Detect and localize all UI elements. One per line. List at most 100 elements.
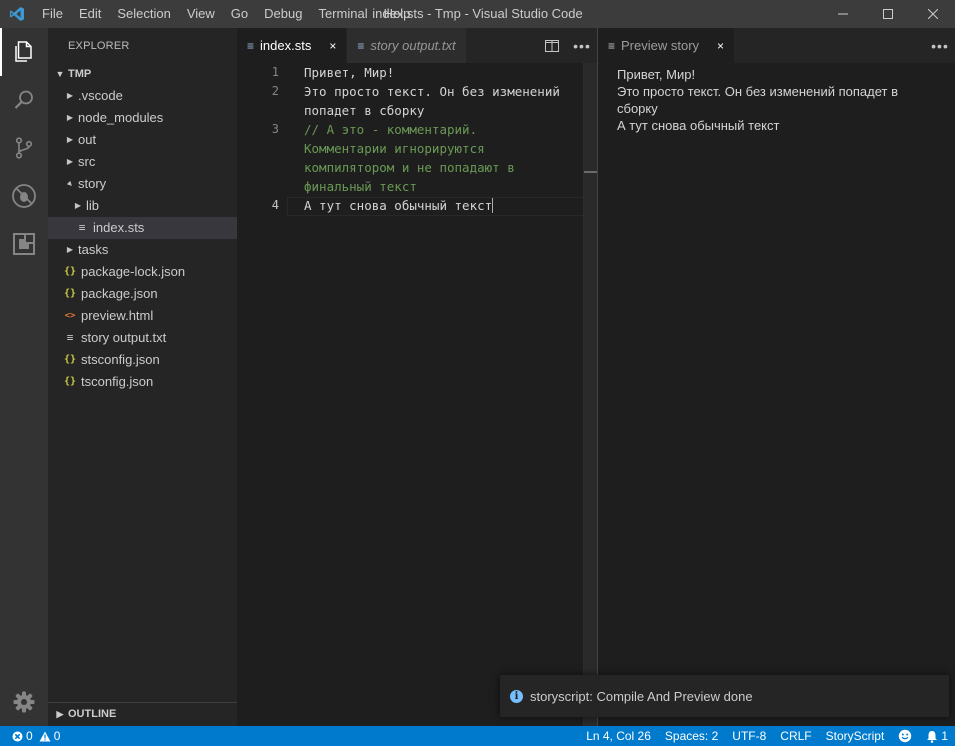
tree-file[interactable]: ≡ index.sts — [48, 217, 237, 239]
close-tab-icon[interactable]: × — [329, 39, 336, 53]
outline-section: ▶ OUTLINE — [48, 702, 237, 726]
indentation-status[interactable]: Spaces: 2 — [658, 726, 725, 746]
comment-line: финальный текст — [304, 177, 584, 196]
more-actions-button[interactable]: ••• — [567, 28, 597, 63]
menu-go[interactable]: Go — [223, 0, 256, 28]
activity-bar — [0, 28, 48, 726]
line-number — [237, 101, 287, 120]
preview-line: Это просто текст. Он без изменений попад… — [617, 84, 898, 116]
menu-edit[interactable]: Edit — [71, 0, 109, 28]
language-mode[interactable]: StoryScript — [819, 726, 892, 746]
activity-extensions[interactable] — [0, 220, 48, 268]
warning-icon — [39, 731, 51, 742]
minimize-button[interactable] — [820, 0, 865, 28]
search-icon — [14, 90, 33, 109]
explorer-icon — [15, 41, 32, 62]
editor-tabs-right: ≡ Preview story × ••• — [598, 28, 955, 63]
maximize-button[interactable] — [865, 0, 910, 28]
line-number: 2 — [271, 84, 279, 98]
encoding-status[interactable]: UTF-8 — [725, 726, 773, 746]
tab-preview-story[interactable]: ≡ Preview story × — [598, 28, 736, 63]
window-controls — [820, 0, 955, 28]
close-tab-icon[interactable]: × — [717, 39, 724, 53]
code-line: Это просто текст. Он без изменений — [304, 82, 584, 101]
tree-folder[interactable]: ▶ src — [48, 151, 237, 173]
code-text: попадет в сборку — [304, 103, 425, 118]
tree-folder[interactable]: ▶ tasks — [48, 239, 237, 261]
more-actions-button[interactable]: ••• — [925, 28, 955, 63]
tree-file[interactable]: {} package-lock.json — [48, 261, 237, 283]
menu-help[interactable]: Help — [376, 0, 419, 28]
menu-selection[interactable]: Selection — [109, 0, 178, 28]
chevron-right-icon: ▶ — [66, 135, 74, 144]
tab-story-output[interactable]: ≡ story output.txt — [347, 28, 467, 63]
tree-item-label: preview.html — [81, 308, 154, 323]
sidebar-title: EXPLORER — [68, 40, 130, 52]
activity-manage[interactable] — [0, 678, 48, 726]
close-window-button[interactable] — [910, 0, 955, 28]
chevron-right-icon: ▶ — [66, 91, 74, 100]
eol-status[interactable]: CRLF — [773, 726, 818, 746]
tree-folder[interactable]: ▶ node_modules — [48, 107, 237, 129]
html-file-icon: <> — [64, 311, 76, 321]
file-lines-icon: ≡ — [247, 38, 255, 53]
chevron-right-icon: ▶ — [74, 201, 82, 210]
tree-folder[interactable]: ▲ story — [48, 173, 237, 195]
file-tree: ▶ .vscode ▶ node_modules ▶ out ▶ src ▲ story ▶ lib ≡… — [48, 85, 237, 393]
tree-folder[interactable]: ▶ lib — [48, 195, 237, 217]
notification-toast[interactable]: i storyscript: Compile And Preview done — [500, 675, 949, 717]
tree-item-label: package-lock.json — [81, 264, 186, 279]
outline-header[interactable]: ▶ OUTLINE — [48, 703, 237, 725]
file-lines-icon: ≡ — [357, 38, 365, 53]
code-content[interactable]: Привет, Мир! Это просто текст. Он без изм… — [304, 63, 584, 215]
code-text: // А это - комментарий. — [304, 122, 478, 137]
activity-search[interactable] — [0, 76, 48, 124]
menu-debug[interactable]: Debug — [256, 0, 310, 28]
source-control-icon — [15, 137, 33, 159]
code-editor[interactable]: 1 2 3 4 Привет, Мир! Это просто текст. Он бе… — [237, 63, 598, 726]
feedback-button[interactable] — [891, 729, 919, 743]
menu-view[interactable]: View — [179, 0, 223, 28]
line-number: 3 — [271, 122, 279, 136]
minimize-icon — [837, 13, 848, 15]
tree-file[interactable]: {} package.json — [48, 283, 237, 305]
tree-file[interactable]: ≡ story output.txt — [48, 327, 237, 349]
menu-file[interactable]: File — [34, 0, 71, 28]
tree-folder[interactable]: ▶ out — [48, 129, 237, 151]
notifications-button[interactable]: 1 — [919, 726, 955, 746]
notification-count: 1 — [941, 729, 948, 743]
explorer-sidebar: EXPLORER ▼ TMP ▶ .vscode ▶ node_modules ▶ out… — [48, 28, 237, 726]
tree-folder[interactable]: ▶ .vscode — [48, 85, 237, 107]
line-number — [237, 158, 287, 177]
tree-file[interactable]: {} stsconfig.json — [48, 349, 237, 371]
tree-file[interactable]: <> preview.html — [48, 305, 237, 327]
menu-terminal[interactable]: Terminal — [310, 0, 375, 28]
editor-scrollbar[interactable] — [583, 63, 598, 726]
cursor-position[interactable]: Ln 4, Col 26 — [579, 726, 658, 746]
tree-file[interactable]: {} tsconfig.json — [48, 371, 237, 393]
code-text: Комментарии игнорируются — [304, 141, 485, 156]
split-editor-button[interactable] — [537, 28, 567, 63]
notification-message: storyscript: Compile And Preview done — [530, 688, 753, 704]
tree-item-label: out — [78, 132, 97, 147]
problems-status[interactable]: 0 0 — [10, 726, 67, 746]
tab-index-sts[interactable]: ≡ index.sts × — [237, 28, 348, 63]
tree-item-label: stsconfig.json — [81, 352, 160, 367]
activity-debug[interactable] — [0, 172, 48, 220]
chevron-right-icon: ▶ — [56, 709, 64, 719]
extensions-icon — [13, 233, 35, 255]
code-text: А тут снова обычный текст — [304, 198, 493, 213]
tree-item-label: index.sts — [93, 220, 145, 235]
tree-item-label: node_modules — [78, 110, 164, 125]
code-line: попадет в сборку — [304, 101, 584, 120]
activity-source-control[interactable] — [0, 124, 48, 172]
workspace-root-header[interactable]: ▼ TMP — [48, 63, 237, 85]
activity-explorer[interactable] — [0, 28, 48, 76]
maximize-icon — [882, 9, 893, 19]
info-icon: i — [510, 689, 523, 703]
tree-item-label: tasks — [78, 242, 109, 257]
line-number-gutter: 1 2 3 4 — [237, 63, 287, 215]
title-bar: File Edit Selection View Go Debug Termin… — [0, 0, 955, 28]
bell-icon — [926, 730, 938, 743]
json-file-icon: {} — [63, 266, 77, 277]
